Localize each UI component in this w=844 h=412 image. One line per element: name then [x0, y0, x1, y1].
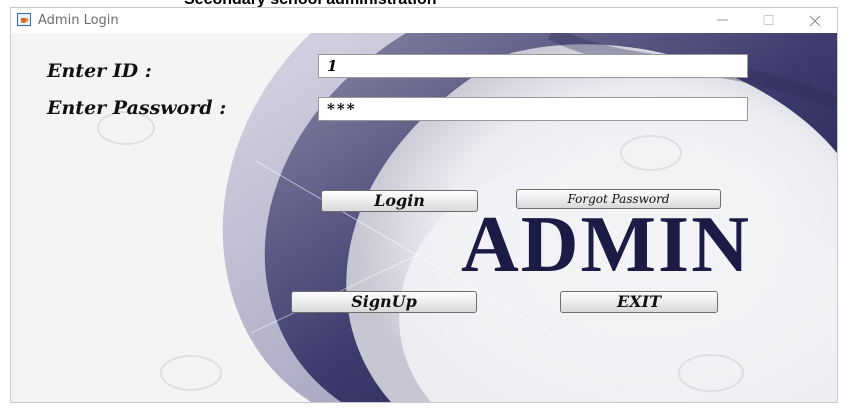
minimize-button[interactable]: [700, 8, 746, 33]
minimize-icon: [717, 19, 728, 21]
forgot-password-button[interactable]: Forgot Password: [516, 189, 721, 209]
login-button[interactable]: Login: [321, 190, 478, 212]
maximize-icon: [763, 15, 774, 25]
close-icon: [809, 15, 821, 26]
id-label: Enter ID :: [47, 60, 152, 82]
title-bar: Admin Login: [11, 8, 837, 33]
admin-login-window: Admin Login ADMIN Enter ID: 1 Enter Pas…: [10, 7, 838, 403]
password-input[interactable]: ***: [318, 97, 748, 121]
admin-banner-text: ADMIN: [461, 201, 751, 289]
maximize-button[interactable]: [746, 8, 792, 33]
java-cup-icon: [17, 13, 31, 26]
password-label: Enter Password :: [47, 97, 227, 119]
close-button[interactable]: [792, 8, 837, 33]
signup-button[interactable]: SignUp: [291, 291, 477, 313]
exit-button[interactable]: EXIT: [560, 291, 718, 313]
window-title: Admin Login: [38, 13, 119, 28]
id-input[interactable]: 1: [318, 54, 748, 78]
